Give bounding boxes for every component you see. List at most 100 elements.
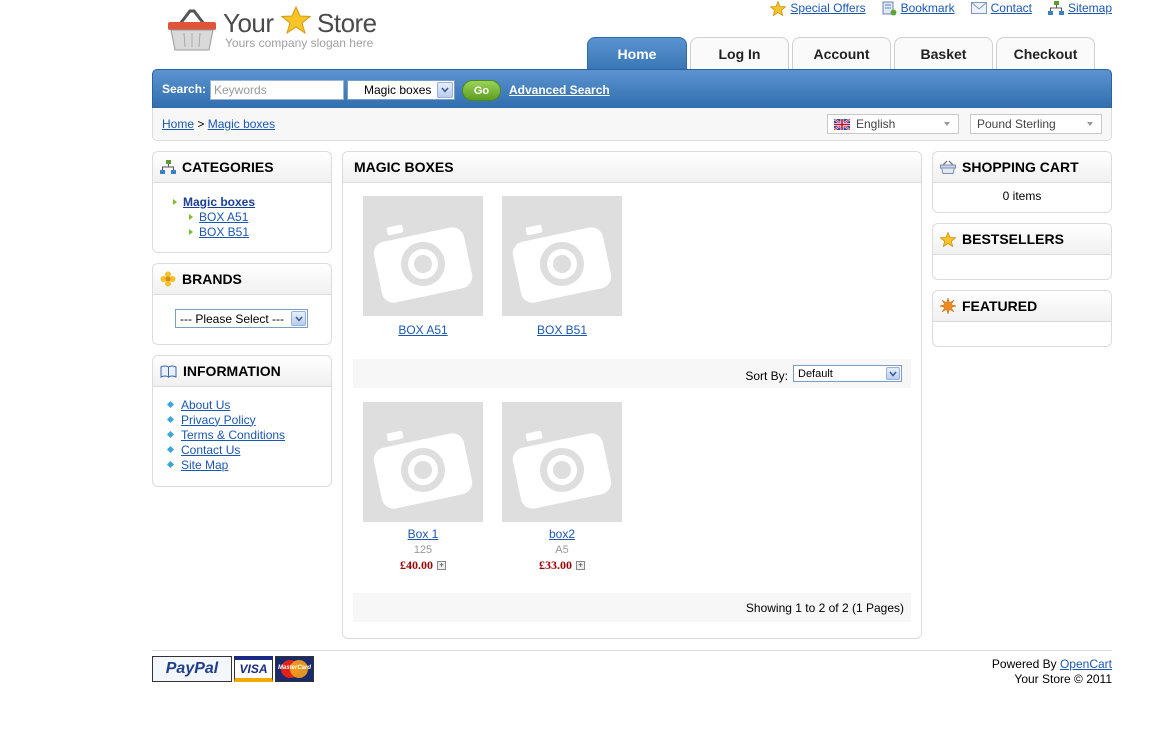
currency-select[interactable]: Pound Sterling bbox=[970, 114, 1102, 134]
subcategory-box-b51-link[interactable]: BOX B51 bbox=[502, 323, 622, 337]
cart-icon bbox=[940, 160, 956, 174]
shopping-cart-title: SHOPPING CART bbox=[962, 159, 1079, 175]
info-item[interactable]: Terms & Conditions bbox=[166, 427, 285, 442]
product-name-link[interactable]: box2 bbox=[502, 527, 622, 541]
basket-icon bbox=[168, 9, 216, 51]
add-to-cart-icon[interactable]: + bbox=[576, 561, 585, 570]
diamond-bullet-icon bbox=[166, 430, 175, 439]
subcategory-card[interactable]: BOX B51 bbox=[502, 196, 622, 337]
subcategory-card[interactable]: BOX A51 bbox=[363, 196, 483, 337]
contact-link[interactable]: Contact bbox=[970, 1, 1032, 15]
product-name-link[interactable]: Box 1 bbox=[363, 527, 483, 541]
search-category-select[interactable]: Magic boxes bbox=[347, 80, 455, 100]
info-item[interactable]: Site Map bbox=[166, 457, 285, 472]
sort-select[interactable]: Default bbox=[793, 365, 902, 382]
subcategory-box-a51-link[interactable]: BOX A51 bbox=[363, 323, 483, 337]
advanced-search-link[interactable]: Advanced Search bbox=[509, 83, 610, 97]
special-offers-link[interactable]: Special Offers bbox=[770, 0, 866, 16]
information-title: INFORMATION bbox=[183, 363, 281, 379]
brands-select[interactable]: --- Please Select --- bbox=[175, 309, 308, 328]
search-bar: Search: Magic boxes Go Advanced Search bbox=[152, 69, 1112, 109]
contact-label[interactable]: Contact bbox=[991, 1, 1032, 15]
bookmark-label[interactable]: Bookmark bbox=[901, 1, 955, 15]
info-item[interactable]: About Us bbox=[166, 397, 285, 412]
special-offers-label[interactable]: Special Offers bbox=[790, 1, 865, 15]
product-price: £40.00 bbox=[400, 558, 433, 572]
site-map-link[interactable]: Site Map bbox=[181, 458, 228, 472]
sort-value: Default bbox=[798, 367, 833, 380]
store-slogan: Yours company slogan here bbox=[225, 36, 374, 50]
chevron-down-icon bbox=[291, 311, 306, 326]
book-icon bbox=[160, 365, 177, 378]
product-price: £33.00 bbox=[539, 558, 572, 572]
tab-account[interactable]: Account bbox=[792, 37, 891, 70]
breadcrumb-home[interactable]: Home bbox=[162, 117, 194, 131]
diamond-bullet-icon bbox=[166, 400, 175, 409]
categories-header: CATEGORIES bbox=[153, 152, 331, 183]
cart-items-count: 0 items bbox=[1002, 189, 1042, 203]
star-icon bbox=[940, 231, 956, 247]
paypal-logo: PayPal bbox=[152, 656, 232, 682]
featured-box: FEATURED bbox=[932, 290, 1112, 347]
search-label: Search: bbox=[162, 82, 207, 96]
tab-checkout[interactable]: Checkout bbox=[996, 37, 1095, 70]
camera-placeholder-icon bbox=[363, 402, 483, 522]
sitemap-link[interactable]: Sitemap bbox=[1047, 1, 1112, 15]
info-item[interactable]: Contact Us bbox=[166, 442, 285, 457]
subcategory-box-b51[interactable]: BOX B51 bbox=[199, 225, 249, 239]
top-links: Special Offers Bookmark Contact Sitemap bbox=[770, 0, 1112, 16]
terms-link[interactable]: Terms & Conditions bbox=[181, 428, 285, 442]
language-value: English bbox=[856, 117, 896, 131]
category-magic-boxes[interactable]: Magic boxes bbox=[183, 195, 255, 209]
main-header: MAGIC BOXES bbox=[343, 152, 921, 183]
about-us-link[interactable]: About Us bbox=[181, 398, 230, 412]
bestsellers-title: BESTSELLERS bbox=[962, 231, 1064, 247]
opencart-link[interactable]: OpenCart bbox=[1060, 657, 1112, 671]
information-header: INFORMATION bbox=[153, 356, 331, 387]
product-card[interactable]: box2 A5 £33.00 + bbox=[502, 402, 622, 573]
uk-flag-icon bbox=[834, 118, 850, 130]
bookmark-link[interactable]: Bookmark bbox=[882, 1, 955, 16]
brands-box: BRANDS --- Please Select --- bbox=[152, 263, 332, 345]
breadcrumb-separator: > bbox=[197, 117, 205, 131]
go-button[interactable]: Go bbox=[462, 80, 501, 101]
logo-word-your: Your bbox=[223, 8, 274, 38]
info-item[interactable]: Privacy Policy bbox=[166, 412, 285, 427]
contact-us-link[interactable]: Contact Us bbox=[181, 443, 240, 457]
pagination-results: Showing 1 to 2 of 2 (1 Pages) bbox=[745, 601, 904, 615]
tab-basket[interactable]: Basket bbox=[894, 37, 993, 70]
breadcrumb: Home > Magic boxes bbox=[162, 117, 275, 131]
paypal-text: PayPal bbox=[165, 660, 219, 677]
information-box: INFORMATION About Us Privacy Policy Term… bbox=[152, 355, 332, 487]
category-item[interactable]: Magic boxes bbox=[173, 194, 255, 209]
tab-log-in[interactable]: Log In bbox=[690, 37, 789, 70]
language-select[interactable]: English bbox=[827, 114, 959, 134]
brands-select-value: --- Please Select --- bbox=[180, 311, 285, 326]
add-to-cart-icon[interactable]: + bbox=[437, 561, 446, 570]
bestsellers-header: BESTSELLERS bbox=[933, 224, 1111, 255]
breadcrumb-current[interactable]: Magic boxes bbox=[208, 117, 275, 131]
search-input[interactable] bbox=[210, 80, 344, 100]
tab-home[interactable]: Home bbox=[587, 37, 687, 70]
burst-icon bbox=[940, 298, 956, 314]
product-card[interactable]: Box 1 125 £40.00 + bbox=[363, 402, 483, 573]
bestsellers-box: BESTSELLERS bbox=[932, 223, 1112, 280]
brands-header: BRANDS bbox=[153, 264, 331, 295]
arrow-bullet-icon bbox=[189, 228, 193, 235]
privacy-policy-link[interactable]: Privacy Policy bbox=[181, 413, 256, 427]
search-category-value: Magic boxes bbox=[364, 83, 432, 97]
sitemap-label[interactable]: Sitemap bbox=[1068, 1, 1112, 15]
footer-divider bbox=[152, 650, 1112, 651]
product-price-row: £33.00 + bbox=[502, 558, 622, 573]
main-tabs: Home Log In Account Basket Checkout bbox=[587, 37, 1095, 70]
shopping-cart-header: SHOPPING CART bbox=[933, 152, 1111, 183]
chevron-down-icon bbox=[886, 367, 900, 380]
sitemap-icon bbox=[1047, 1, 1064, 15]
subcategory-item[interactable]: BOX A51 bbox=[173, 209, 255, 224]
main-content-box: MAGIC BOXES BOX A51 BOX B51 Sort By: Def… bbox=[342, 151, 922, 639]
subcategory-item[interactable]: BOX B51 bbox=[173, 224, 255, 239]
flower-icon bbox=[160, 271, 176, 287]
store-logo[interactable]: Your Store Yours company slogan here bbox=[166, 6, 386, 56]
subcategory-box-a51[interactable]: BOX A51 bbox=[199, 210, 248, 224]
diamond-bullet-icon bbox=[166, 445, 175, 454]
